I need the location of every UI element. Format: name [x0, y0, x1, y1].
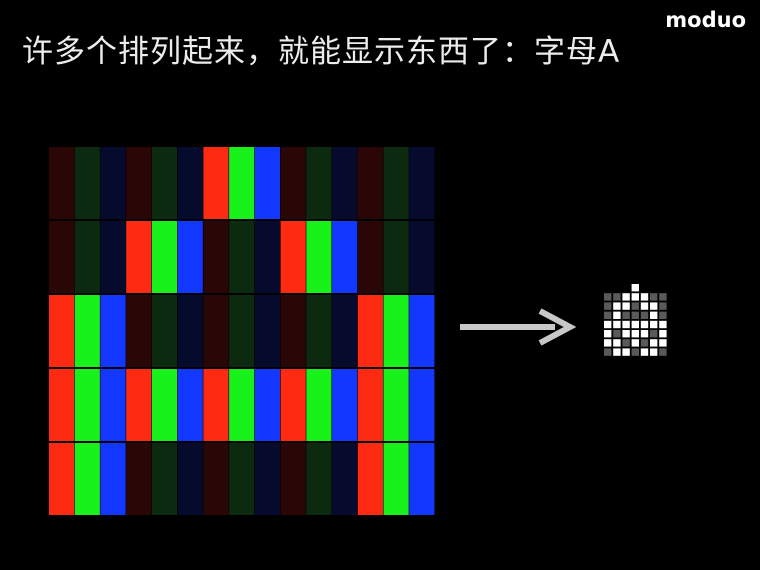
icon-dot-off: [604, 348, 612, 356]
icon-dot-on: [631, 339, 639, 347]
icon-dot-off: [650, 293, 658, 301]
icon-dot-on: [622, 293, 630, 301]
letter-a-result-icon: [604, 284, 667, 356]
icon-dot-on: [631, 330, 639, 338]
icon-dot-on: [604, 320, 612, 329]
icon-dot-on: [622, 320, 630, 329]
icon-dot-off: [659, 311, 667, 319]
diagram-canvas: 许多个排列起来，就能显示东西了：字母A moduo: [0, 0, 760, 570]
icon-dot-off: [659, 302, 667, 310]
icon-dot-on: [640, 302, 649, 310]
icon-dot-off: [631, 302, 639, 310]
icon-dot-on: [659, 320, 667, 329]
icon-dot-on: [631, 284, 639, 292]
icon-dot-off: [631, 311, 639, 319]
icon-dot-off: [613, 293, 621, 301]
icon-dot-on: [640, 320, 649, 329]
icon-dot-on: [640, 348, 649, 356]
icon-dot-on: [659, 339, 667, 347]
icon-dot-off: [631, 348, 639, 356]
icon-dot-off: [640, 339, 649, 347]
icon-dot-off: [604, 311, 612, 319]
icon-dot-on: [650, 339, 658, 347]
icon-dot-off: [659, 348, 667, 356]
icon-dot-off: [650, 330, 658, 338]
icon-dot-on: [613, 302, 621, 310]
icon-dot-on: [659, 330, 667, 338]
icon-dot-on: [622, 330, 630, 338]
icon-dot-off: [604, 293, 612, 301]
icon-dot-off: [659, 293, 667, 301]
icon-dot-on: [613, 311, 621, 319]
icon-dot-on: [640, 293, 649, 301]
icon-dot-off: [640, 311, 649, 319]
icon-dot-on: [650, 311, 658, 319]
icon-dot-off: [622, 311, 630, 319]
icon-dot-on: [613, 339, 621, 347]
icon-dot-off: [613, 330, 621, 338]
icon-dot-on: [604, 339, 612, 347]
icon-dot-on: [613, 348, 621, 356]
icon-dot-on: [622, 348, 630, 356]
icon-dot-on: [650, 302, 658, 310]
icon-dot-on: [640, 330, 649, 338]
icon-dot-off: [622, 339, 630, 347]
icon-dot-on: [613, 320, 621, 329]
icon-dot-on: [631, 293, 639, 301]
icon-dot-off: [604, 302, 612, 310]
icon-dot-on: [650, 320, 658, 329]
icon-dot-on: [631, 320, 639, 329]
icon-dot-on: [604, 330, 612, 338]
icon-dot-on: [650, 348, 658, 356]
icon-dot-on: [622, 302, 630, 310]
